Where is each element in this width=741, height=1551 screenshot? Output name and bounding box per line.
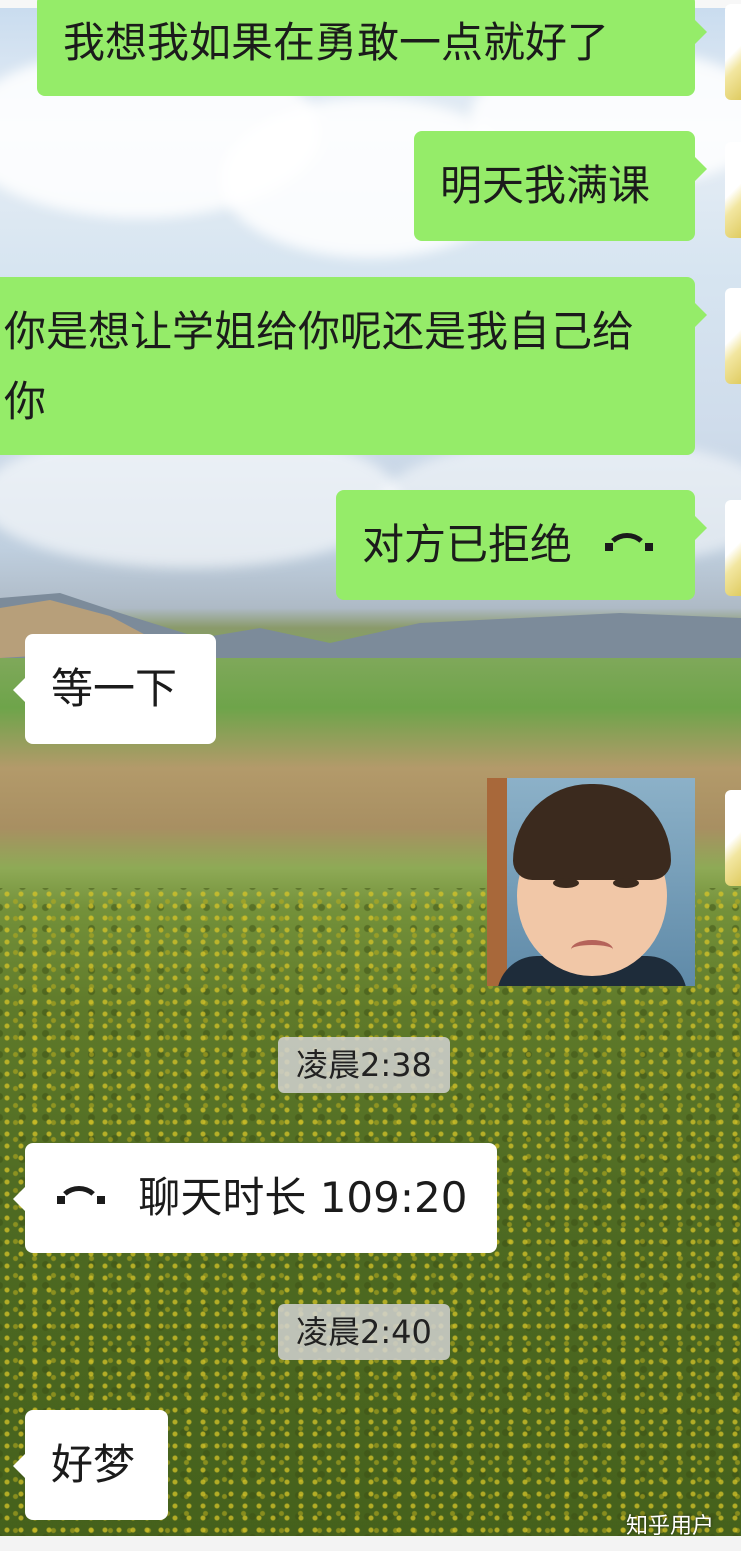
- avatar[interactable]: [725, 790, 741, 886]
- message-bubble-outgoing[interactable]: 明天我满课: [414, 131, 707, 241]
- avatar[interactable]: [725, 4, 741, 100]
- crying-baby-sticker[interactable]: [487, 778, 695, 986]
- message-bubble-incoming[interactable]: 等一下: [13, 634, 216, 744]
- message-text: 对方已拒绝: [362, 520, 573, 569]
- call-record-outgoing[interactable]: 对方已拒绝: [336, 490, 707, 600]
- avatar[interactable]: [725, 142, 741, 238]
- message-bubble-incoming[interactable]: 好梦: [13, 1410, 168, 1520]
- message-text: 好梦: [51, 1440, 136, 1489]
- avatar[interactable]: [725, 288, 741, 384]
- avatar[interactable]: [725, 500, 741, 596]
- phone-hangup-icon: [603, 531, 655, 557]
- message-bubble-outgoing[interactable]: 我想我如果在勇敢一点就好了: [37, 0, 707, 96]
- message-text: 聊天时长 109:20: [138, 1173, 468, 1222]
- bottom-strip: [0, 1536, 741, 1551]
- message-text: 我想我如果在勇敢一点就好了: [63, 18, 610, 67]
- call-record-incoming[interactable]: 聊天时长 109:20: [13, 1143, 497, 1253]
- message-text: 你是想让学姐给你呢还是我自己给你: [4, 307, 635, 426]
- timestamp: 凌晨2:38: [278, 1037, 450, 1093]
- timestamp: 凌晨2:40: [278, 1304, 450, 1360]
- message-bubble-outgoing[interactable]: 你是想让学姐给你呢还是我自己给你: [0, 277, 707, 455]
- message-text: 明天我满课: [440, 161, 651, 210]
- phone-hangup-icon: [55, 1184, 107, 1210]
- message-text: 等一下: [51, 664, 178, 713]
